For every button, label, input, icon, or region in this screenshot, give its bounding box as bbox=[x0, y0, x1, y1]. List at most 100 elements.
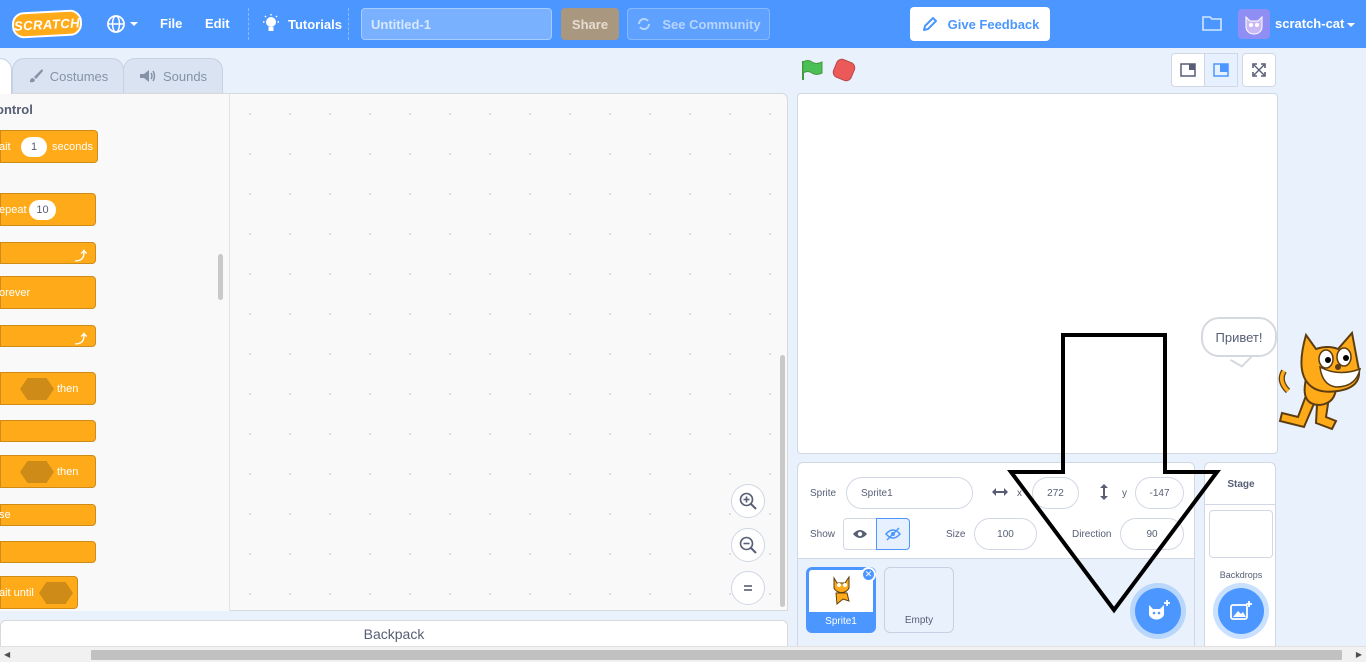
paintbrush-icon bbox=[29, 69, 43, 83]
block-wait-seconds[interactable]: ait 1 seconds bbox=[0, 130, 98, 163]
stop-button[interactable] bbox=[830, 56, 858, 84]
sprite-label: Sprite bbox=[810, 488, 837, 499]
username[interactable]: scratch-cat bbox=[1275, 16, 1344, 31]
small-stage-icon bbox=[1180, 63, 1196, 77]
user-menu-chevron[interactable] bbox=[1346, 19, 1356, 33]
project-title-input[interactable] bbox=[361, 8, 552, 40]
zoom-out-icon bbox=[739, 536, 757, 554]
speaker-icon bbox=[139, 70, 156, 82]
normal-stage-button[interactable] bbox=[1204, 53, 1238, 87]
sprite-tile-empty[interactable]: Empty bbox=[884, 567, 954, 633]
palette-scrollbar[interactable] bbox=[218, 254, 223, 300]
horizontal-scrollbar-thumb[interactable] bbox=[91, 650, 1342, 660]
see-community-button[interactable]: See Community bbox=[627, 8, 770, 40]
script-scrollbar[interactable] bbox=[780, 355, 785, 607]
block-palette[interactable]: ontrol ait 1 seconds epeat 10 ⤴ orever ⤴… bbox=[0, 93, 230, 611]
zoom-in-button[interactable] bbox=[731, 484, 765, 518]
loop-arrow-icon: ⤴ bbox=[74, 249, 87, 263]
show-label: Show bbox=[810, 529, 836, 540]
edit-menu[interactable]: Edit bbox=[205, 16, 230, 31]
tutorials-button[interactable]: Tutorials bbox=[262, 14, 342, 34]
language-menu[interactable] bbox=[106, 12, 140, 36]
backpack[interactable]: Backpack bbox=[0, 620, 788, 648]
down-arrow-annotation-icon bbox=[1005, 330, 1225, 618]
tab-sounds[interactable]: Sounds bbox=[123, 58, 223, 93]
zoom-in-icon bbox=[739, 492, 757, 510]
my-stuff-button[interactable] bbox=[1201, 13, 1223, 36]
give-feedback-button[interactable]: Give Feedback bbox=[910, 7, 1050, 41]
block-text: then bbox=[57, 382, 79, 395]
image-plus-icon bbox=[1230, 601, 1252, 620]
zoom-reset-button[interactable] bbox=[731, 571, 765, 605]
delete-sprite-button[interactable]: ✕ bbox=[861, 567, 876, 582]
block-input[interactable]: 10 bbox=[29, 199, 56, 220]
remix-arrows-icon bbox=[638, 18, 651, 30]
script-area[interactable] bbox=[230, 93, 788, 611]
block-text: seconds bbox=[52, 140, 93, 153]
boolean-slot[interactable] bbox=[20, 461, 54, 483]
scratch-cat-sprite[interactable] bbox=[1276, 325, 1366, 438]
block-if-end[interactable] bbox=[0, 420, 96, 442]
cat-avatar-icon bbox=[1245, 15, 1263, 35]
block-if-then[interactable]: then bbox=[0, 372, 96, 405]
block-repeat-end[interactable]: ⤴ bbox=[0, 242, 96, 264]
scroll-left-icon[interactable]: ◀ bbox=[4, 650, 10, 659]
zoom-out-button[interactable] bbox=[731, 528, 765, 562]
sprite-name-field[interactable] bbox=[846, 477, 973, 509]
small-stage-button[interactable] bbox=[1171, 53, 1205, 87]
size-label: Size bbox=[946, 529, 966, 540]
globe-icon bbox=[107, 15, 125, 33]
menu-bar: SCRATCH File Edit Tutorials Share See Co… bbox=[0, 0, 1366, 48]
avatar[interactable] bbox=[1238, 9, 1270, 39]
green-flag-icon bbox=[802, 60, 823, 80]
boolean-slot[interactable] bbox=[39, 582, 73, 604]
tab-costumes[interactable]: Costumes bbox=[12, 58, 124, 93]
loop-arrow-icon: ⤴ bbox=[74, 332, 87, 346]
tab-code[interactable] bbox=[0, 58, 12, 94]
boolean-slot[interactable] bbox=[20, 378, 54, 400]
block-forever[interactable]: orever bbox=[0, 276, 96, 309]
sprite-tile-sprite1[interactable]: ✕ Sprite1 bbox=[806, 567, 876, 633]
eye-hidden-icon bbox=[885, 527, 901, 541]
block-input[interactable]: 1 bbox=[21, 136, 47, 157]
tutorials-label: Tutorials bbox=[288, 16, 342, 32]
block-text: orever bbox=[0, 286, 31, 299]
lightbulb-icon bbox=[263, 14, 279, 31]
block-wait-until[interactable]: ait until bbox=[0, 576, 78, 609]
category-title: ontrol bbox=[0, 102, 33, 117]
cat-sprite-thumbnail bbox=[825, 573, 859, 610]
normal-stage-icon bbox=[1213, 63, 1229, 77]
show-visible-button[interactable] bbox=[843, 518, 877, 550]
scratch-logo[interactable]: SCRATCH bbox=[11, 9, 83, 39]
pencil-icon bbox=[922, 17, 937, 31]
sprite-tile-name: Sprite1 bbox=[809, 612, 873, 630]
block-repeat[interactable]: epeat 10 bbox=[0, 193, 96, 226]
menu-divider bbox=[348, 8, 349, 40]
block-text: epeat bbox=[0, 203, 27, 216]
eye-icon bbox=[853, 530, 867, 538]
chevron-down-icon bbox=[1347, 23, 1355, 27]
equals-icon bbox=[744, 585, 752, 591]
folder-icon bbox=[1202, 16, 1222, 31]
block-forever-end[interactable]: ⤴ bbox=[0, 325, 96, 347]
scroll-right-icon[interactable]: ▶ bbox=[1356, 650, 1362, 659]
green-flag-button[interactable] bbox=[800, 59, 824, 84]
block-else[interactable]: se bbox=[0, 504, 96, 526]
file-menu[interactable]: File bbox=[160, 16, 182, 31]
see-community-label: See Community bbox=[662, 16, 761, 32]
horizontal-scrollbar[interactable]: ◀ ▶ bbox=[0, 646, 1366, 662]
share-button[interactable]: Share bbox=[561, 8, 619, 40]
tab-sounds-label: Sounds bbox=[162, 68, 208, 84]
block-if-else-end[interactable] bbox=[0, 541, 96, 563]
block-text: then bbox=[57, 465, 79, 478]
fullscreen-button[interactable] bbox=[1242, 53, 1276, 87]
block-text: se bbox=[0, 509, 11, 521]
fullscreen-icon bbox=[1252, 63, 1266, 77]
block-if-else[interactable]: then bbox=[0, 455, 96, 488]
menu-divider bbox=[248, 8, 249, 40]
block-text: ait bbox=[0, 140, 11, 153]
tab-costumes-label: Costumes bbox=[49, 68, 109, 84]
show-hidden-button[interactable] bbox=[876, 518, 910, 550]
chevron-down-icon bbox=[130, 22, 138, 26]
give-feedback-label: Give Feedback bbox=[947, 16, 1040, 32]
